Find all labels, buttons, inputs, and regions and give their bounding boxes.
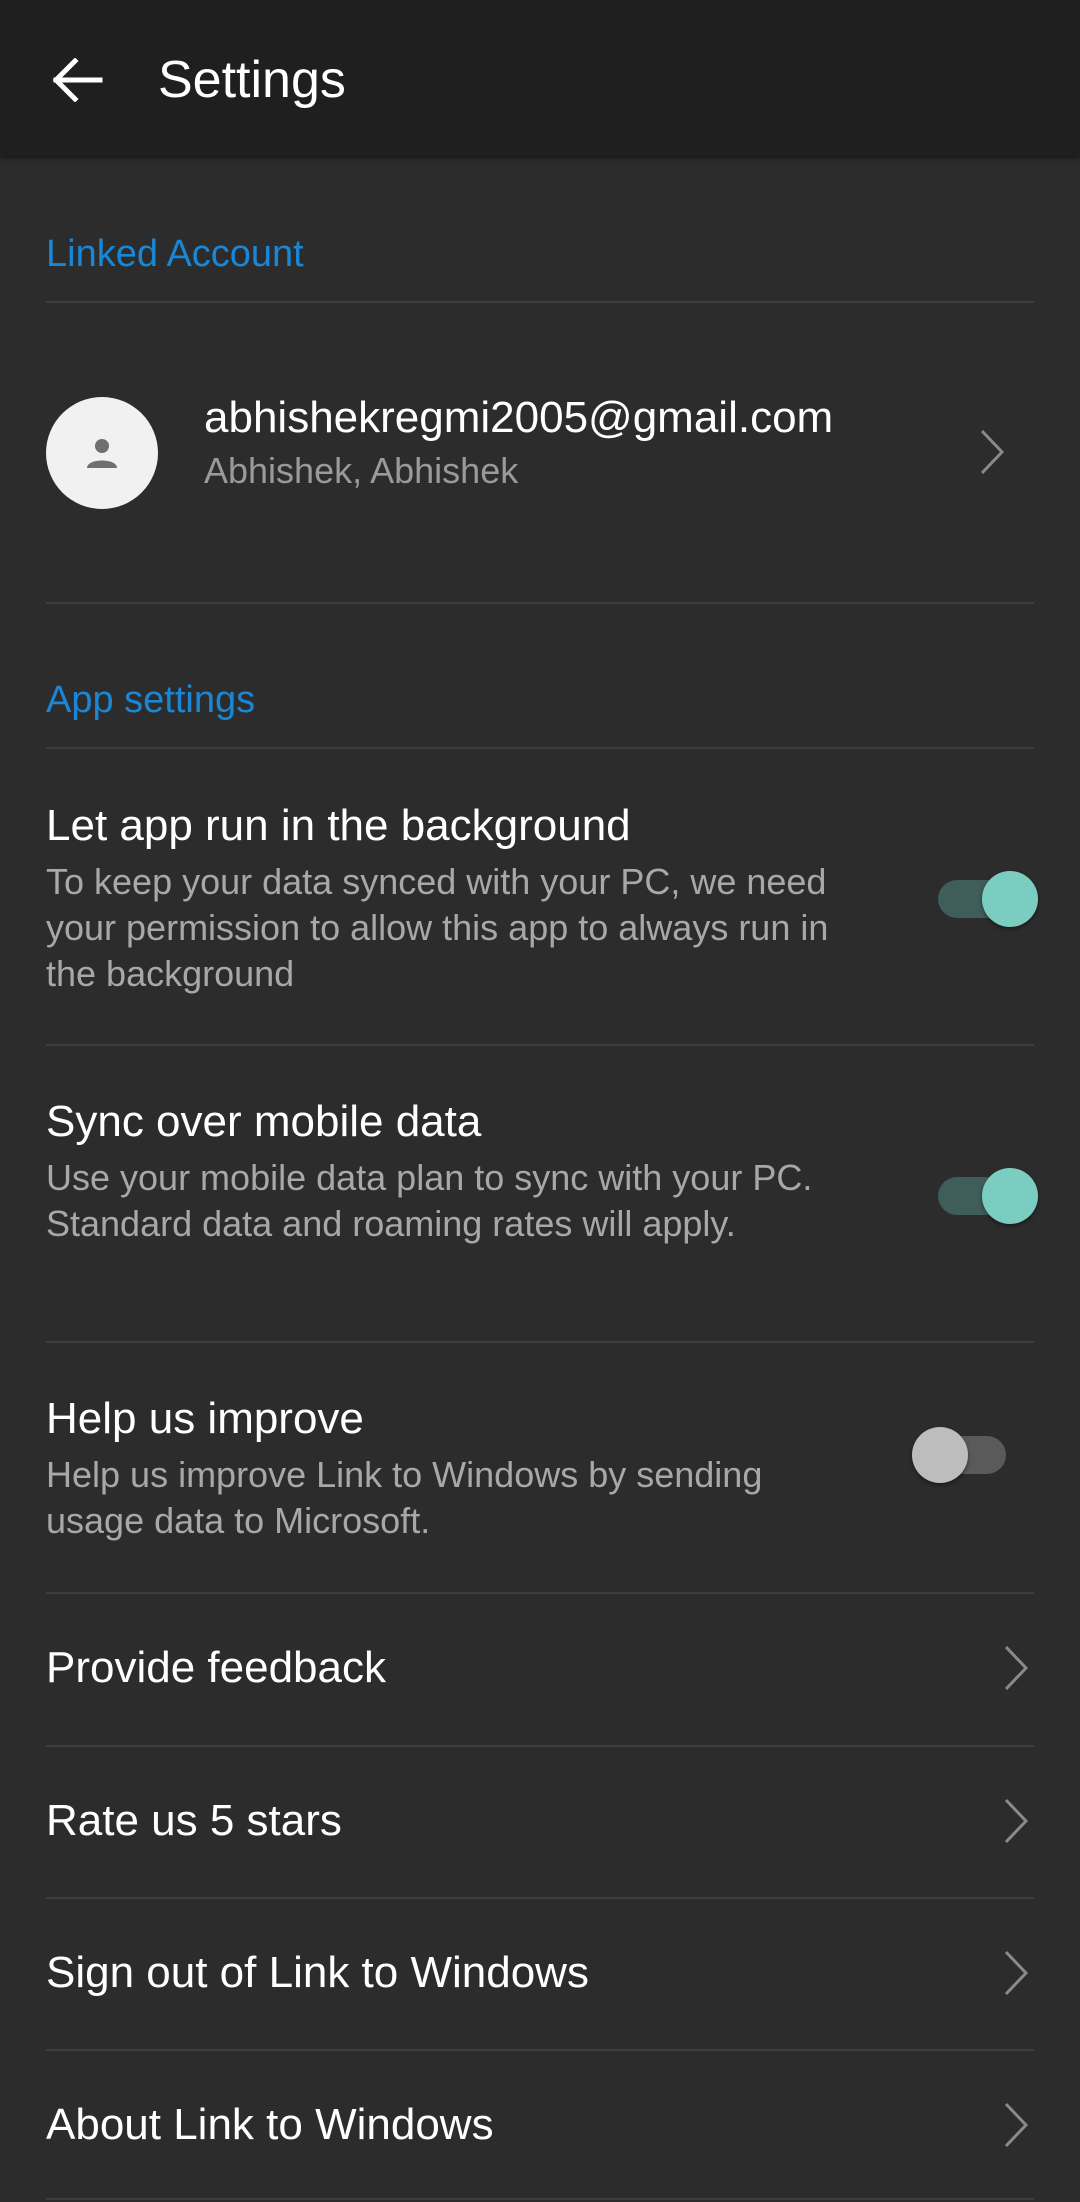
nav-label: Sign out of Link to Windows [46,1948,589,1997]
run-in-background-toggle[interactable] [930,860,1040,930]
help-us-improve-toggle[interactable] [912,1416,1022,1486]
setting-help-us-improve: Help us improve Help us improve Link to … [0,1342,1080,1592]
back-button[interactable] [46,52,110,108]
divider [46,2198,1034,2200]
chevron-right-icon [996,1791,1036,1851]
account-name: Abhishek, Abhishek [204,450,519,491]
person-icon [87,439,117,468]
setting-title: Sync over mobile data [46,1097,482,1146]
rate-us-row[interactable]: Rate us 5 stars [0,1746,1080,1896]
page-title: Settings [158,51,346,109]
setting-description: Use your mobile data plan to sync with y… [46,1157,813,1244]
app-bar: Settings [0,0,1080,156]
section-header-linked-account: Linked Account [46,233,304,275]
about-row[interactable]: About Link to Windows [0,2050,1080,2200]
setting-title: Help us improve [46,1394,364,1443]
toggle-thumb [912,1427,968,1483]
sync-mobile-data-toggle[interactable] [930,1157,1040,1227]
divider [46,602,1034,604]
avatar [46,397,158,509]
toggle-thumb [982,871,1038,927]
sign-out-row[interactable]: Sign out of Link to Windows [0,1898,1080,2048]
toggle-thumb [982,1168,1038,1224]
nav-label: Rate us 5 stars [46,1796,342,1845]
setting-run-in-background: Let app run in the background To keep yo… [0,748,1080,1044]
chevron-right-icon [972,422,1012,482]
chevron-right-icon [996,2095,1036,2155]
setting-sync-mobile-data: Sync over mobile data Use your mobile da… [0,1045,1080,1341]
chevron-right-icon [996,1943,1036,2003]
nav-label: About Link to Windows [46,2100,494,2149]
provide-feedback-row[interactable]: Provide feedback [0,1593,1080,1743]
setting-description: To keep your data synced with your PC, w… [46,861,829,994]
chevron-right-icon [996,1638,1036,1698]
section-header-app-settings: App settings [46,679,256,721]
setting-title: Let app run in the background [46,801,631,850]
setting-description: Help us improve Link to Windows by sendi… [46,1454,763,1541]
arrow-left-icon [53,58,103,102]
linked-account-row[interactable]: abhishekregmi2005@gmail.com Abhishek, Ab… [0,302,1080,602]
account-email: abhishekregmi2005@gmail.com [204,393,834,442]
nav-label: Provide feedback [46,1643,386,1692]
